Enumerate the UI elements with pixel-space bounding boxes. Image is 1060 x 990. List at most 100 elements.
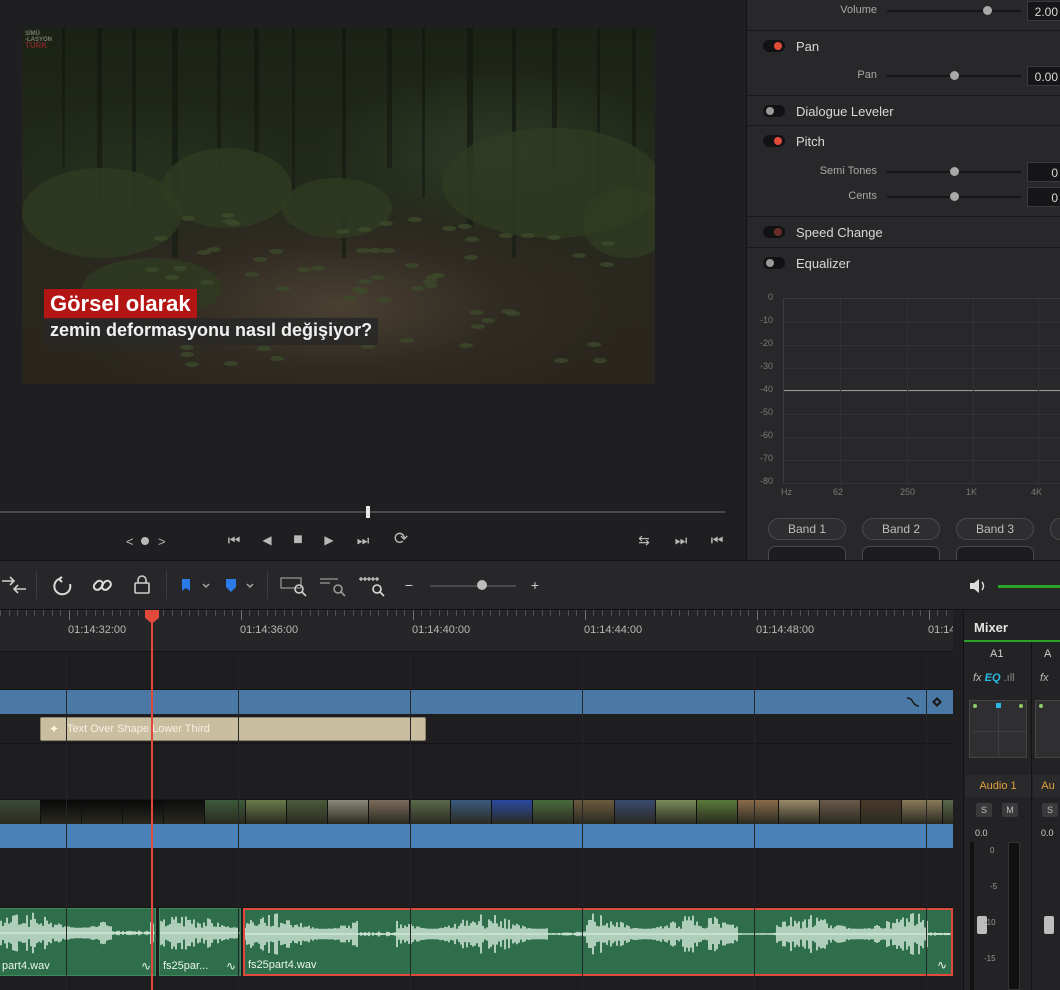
eq-band-3-button[interactable]: Band 3 <box>956 518 1034 540</box>
previous-clip-button[interactable]: ⏮ <box>707 531 727 549</box>
volume-value-field[interactable]: 2.00 <box>1027 1 1060 21</box>
zoom-custom-icon[interactable] <box>357 575 387 597</box>
volume-label: Volume <box>840 4 877 16</box>
link-icon[interactable] <box>91 575 113 597</box>
channel-a2-label: A <box>1044 648 1052 660</box>
fade-curve-icon[interactable]: ∿ <box>937 958 947 972</box>
zoom-detail-icon[interactable] <box>318 575 348 597</box>
eq-graph[interactable] <box>783 298 1060 485</box>
track-lane <box>0 848 953 908</box>
cents-value-field[interactable]: 0 <box>1027 187 1060 207</box>
timeline-gridline <box>926 652 927 990</box>
pan-slider-knob[interactable] <box>949 71 959 80</box>
channel-a2-fx[interactable]: fx <box>1040 672 1049 684</box>
eq-y-label: 0 <box>767 292 773 302</box>
band-3-shape-dropdown[interactable] <box>956 546 1034 560</box>
semi-tones-knob[interactable] <box>949 167 959 176</box>
next-edit-button[interactable]: > <box>158 533 166 551</box>
next-clip-button[interactable]: ⏭ <box>671 531 691 549</box>
mixer-scale-label: -15 <box>984 954 996 963</box>
volume-slider[interactable] <box>887 6 1021 15</box>
viewer-scrubber-track[interactable] <box>0 511 725 513</box>
timecode-ruler[interactable]: 01:14:32:00 01:14:36:00 01:14:40:00 01:14:4… <box>0 610 953 652</box>
fade-curve-icon[interactable]: ∿ <box>141 959 151 973</box>
audio-clip-2[interactable]: fs25par... ∿ <box>159 908 241 976</box>
volume-slider-knob[interactable] <box>983 6 993 15</box>
semi-tones-label: Semi Tones <box>819 165 877 177</box>
previous-edit-button[interactable]: < <box>126 533 134 551</box>
channel-a1-fx[interactable]: fx EQ .ıll <box>973 672 1015 684</box>
eq-band-2-button[interactable]: Band 2 <box>862 518 940 540</box>
playhead[interactable] <box>151 610 153 990</box>
go-to-first-frame-button[interactable]: ⏮ <box>223 531 245 549</box>
timeline-gridline <box>410 652 411 990</box>
equalizer-toggle[interactable] <box>763 257 785 269</box>
eq-band-1-button[interactable]: Band 1 <box>768 518 846 540</box>
play-button[interactable]: ▶ <box>320 531 338 549</box>
track-lane <box>0 652 953 690</box>
video-preview[interactable]: SİMÜ -LASYON TÜRK Görsel olarak zemin de… <box>22 28 655 384</box>
main-volume-meter[interactable] <box>998 585 1060 588</box>
match-frame-button[interactable]: ⇆ <box>633 531 655 549</box>
loop-button[interactable]: ⟳ <box>390 530 412 548</box>
mixer-scale-label: -5 <box>990 882 998 891</box>
zoom-full-icon[interactable] <box>279 575 309 597</box>
video-track-1-band[interactable] <box>0 824 953 848</box>
lock-icon[interactable] <box>132 574 152 596</box>
audio-clip-1[interactable]: part4.wav ∿ <box>0 908 156 976</box>
channel-a1-level-meter <box>1008 842 1020 990</box>
audio-clip-3-selected[interactable]: fs25part4.wav ∿ <box>243 908 953 976</box>
nav-dot-icon[interactable] <box>141 537 149 545</box>
channel-a1-solo-button[interactable]: S <box>976 803 992 817</box>
channel-a1-name[interactable]: Audio 1 <box>965 775 1031 797</box>
flag-icon[interactable] <box>179 577 211 595</box>
channel-a2-fader-knob[interactable] <box>1044 916 1054 934</box>
pan-slider[interactable] <box>887 71 1021 80</box>
zoom-slider[interactable] <box>430 585 516 587</box>
video-clip-thumbnails[interactable] <box>0 800 953 824</box>
caption-subtitle: zemin deformasyonu nasıl değişiyor? <box>44 318 379 345</box>
title-clip-label: Text Over Shape Lower Third <box>67 723 210 735</box>
speed-change-toggle[interactable] <box>763 226 785 238</box>
dialogue-leveler-toggle[interactable] <box>763 105 785 117</box>
channel-a1-mute-button[interactable]: M <box>1002 803 1018 817</box>
eq-y-label: -30 <box>759 361 773 371</box>
channel-a2-pan-control[interactable] <box>1035 700 1060 758</box>
zoom-out-button[interactable]: − <box>402 575 416 595</box>
timeline-panel[interactable]: 01:14:32:00 01:14:36:00 01:14:40:00 01:14:4… <box>0 610 953 990</box>
timeline-gridline <box>66 652 67 990</box>
band-2-shape-dropdown[interactable] <box>862 546 940 560</box>
zoom-in-button[interactable]: + <box>528 575 542 595</box>
speed-change-title: Speed Change <box>796 225 883 240</box>
semi-tones-slider[interactable] <box>887 167 1021 176</box>
cents-knob[interactable] <box>949 192 959 201</box>
trim-icon[interactable] <box>0 575 28 595</box>
title-clip[interactable]: ✦ Text Over Shape Lower Third <box>40 717 426 741</box>
timeline-gridline <box>238 652 239 990</box>
band-1-shape-dropdown[interactable] <box>768 546 846 560</box>
semi-tones-value-field[interactable]: 0 <box>1027 162 1060 182</box>
play-reverse-button[interactable]: ◀ <box>258 531 276 549</box>
keyframe-icon[interactable] <box>905 694 945 710</box>
zoom-slider-knob[interactable] <box>477 580 487 590</box>
toolbar-separator <box>36 571 37 599</box>
fade-curve-icon[interactable]: ∿ <box>226 959 236 973</box>
marker-icon[interactable] <box>223 577 257 595</box>
channel-a1-fader-track[interactable] <box>970 842 974 990</box>
channel-a1-pan-control[interactable] <box>969 700 1027 758</box>
video-track-2-band[interactable] <box>0 690 953 714</box>
go-to-last-frame-button[interactable]: ⏭ <box>352 531 374 549</box>
channel-a2-solo-button[interactable]: S <box>1042 803 1058 817</box>
cents-slider[interactable] <box>887 192 1021 201</box>
pan-value-field[interactable]: 0.00 <box>1027 66 1060 86</box>
snap-icon[interactable] <box>53 575 75 597</box>
timeline-gridline <box>582 652 583 990</box>
viewer-scrubber-handle[interactable] <box>366 506 370 518</box>
track-lane <box>0 744 953 800</box>
channel-a2-name[interactable]: Au <box>1033 775 1060 797</box>
mixer-panel: Mixer A1 A fx EQ .ıll fx Audio 1 Au S M … <box>963 610 1060 990</box>
volume-icon[interactable] <box>968 577 988 595</box>
pitch-toggle[interactable] <box>763 135 785 147</box>
pan-toggle[interactable] <box>763 40 785 52</box>
stop-button[interactable]: ■ <box>289 531 307 549</box>
